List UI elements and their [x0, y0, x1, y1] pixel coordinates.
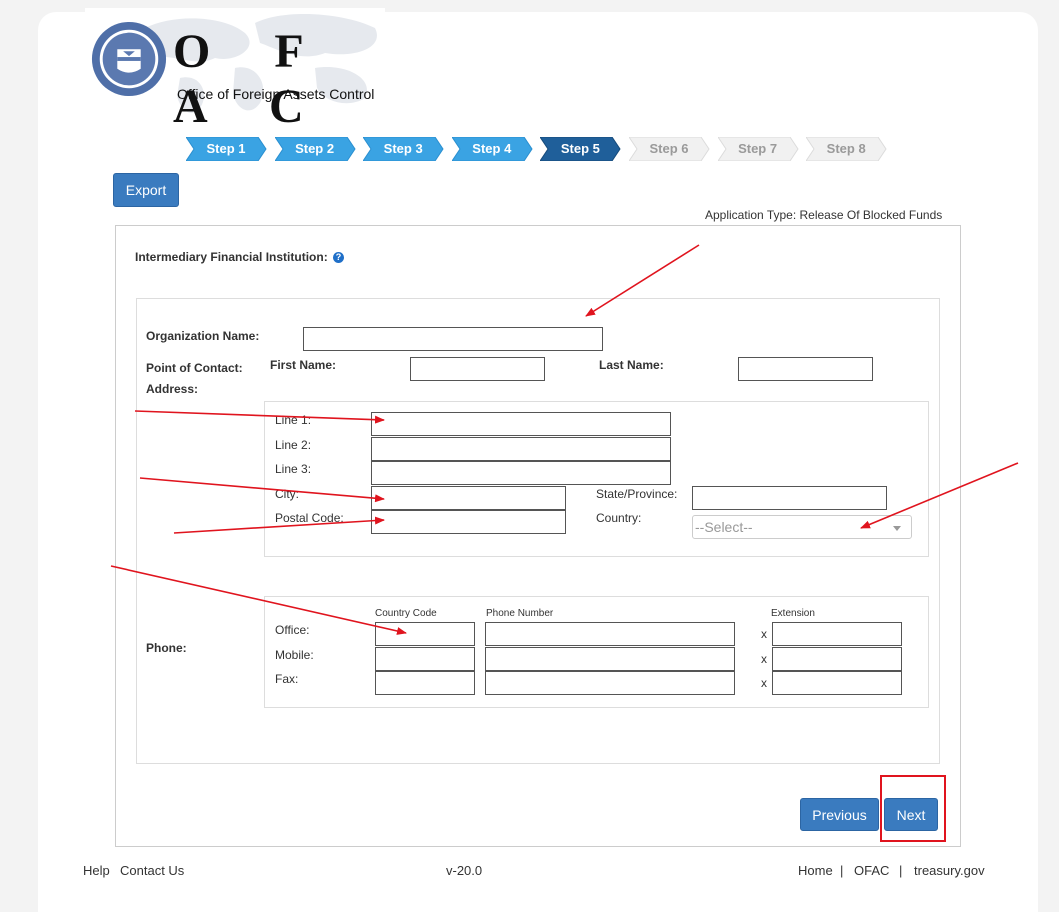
footer-home-link[interactable]: Home [798, 863, 833, 878]
footer-separator: | [899, 863, 903, 878]
footer-help-link[interactable]: Help [83, 863, 110, 878]
footer-ofac-link[interactable]: OFAC [854, 863, 889, 878]
footer-separator: | [840, 863, 844, 878]
annotation-arrow-country [860, 462, 1019, 529]
footer-version: v-20.0 [446, 863, 483, 878]
annotation-arrow-office-code [110, 565, 407, 635]
annotation-arrow-line1 [134, 410, 385, 424]
next-button-highlight [880, 775, 946, 842]
annotation-arrow-org-name [585, 244, 700, 317]
annotation-arrow-postal [173, 516, 385, 534]
footer-treasury-link[interactable]: treasury.gov [914, 863, 985, 878]
annotation-arrow-city [139, 477, 385, 503]
footer-contact-link[interactable]: Contact Us [120, 863, 184, 878]
